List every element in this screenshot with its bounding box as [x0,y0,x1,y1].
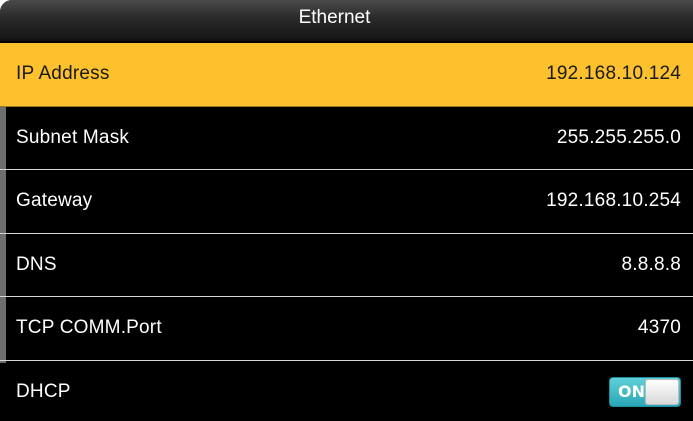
dhcp-toggle-switch[interactable]: ON [609,376,681,407]
setting-label: DNS [16,253,57,275]
page-title: Ethernet [298,7,371,28]
settings-list: IP Address 192.168.10.124 Subnet Mask 25… [0,43,693,421]
setting-row-ip-address[interactable]: IP Address 192.168.10.124 [0,43,693,107]
setting-row-subnet-mask[interactable]: Subnet Mask 255.255.255.0 [0,107,693,170]
setting-label: Subnet Mask [16,126,130,148]
setting-label: TCP COMM.Port [16,317,162,339]
setting-value: 192.168.10.124 [546,63,681,85]
setting-row-dhcp[interactable]: DHCP ON [0,361,693,421]
ethernet-settings-screen: Ethernet IP Address 192.168.10.124 Subne… [0,0,693,421]
setting-row-gateway[interactable]: Gateway 192.168.10.254 [0,170,693,234]
setting-label: DHCP [16,380,71,402]
toggle-state-label: ON [618,381,645,401]
setting-value: 255.255.255.0 [556,126,681,148]
setting-label: IP Address [16,63,110,85]
toggle-knob[interactable] [645,378,679,405]
setting-value: 4370 [637,317,681,339]
setting-label: Gateway [16,190,93,212]
setting-value: 192.168.10.254 [546,190,681,212]
setting-row-dns[interactable]: DNS 8.8.8.8 [0,234,693,297]
title-bar: Ethernet [0,0,693,41]
setting-value: 8.8.8.8 [621,253,681,275]
setting-row-tcp-comm-port[interactable]: TCP COMM.Port 4370 [0,297,693,361]
